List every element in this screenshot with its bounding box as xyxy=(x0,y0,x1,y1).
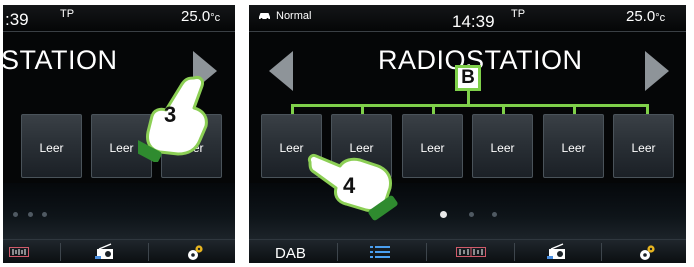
next-station-arrow-icon[interactable] xyxy=(645,51,669,91)
page-dot xyxy=(13,212,18,217)
traffic-indicator: TP xyxy=(60,8,75,20)
callout-tick xyxy=(291,104,294,114)
right-screen: Normal 14:39 TP 25.0°c RADIOSTATION Leer… xyxy=(249,5,686,263)
preset-button-5[interactable]: Leer xyxy=(543,114,604,178)
clock: :39 xyxy=(5,10,29,29)
bottom-divider xyxy=(601,243,602,261)
status-divider xyxy=(3,31,235,32)
list-icon[interactable] xyxy=(370,245,390,259)
callout-tick xyxy=(502,104,505,114)
settings-gears-icon[interactable] xyxy=(638,244,656,261)
outside-temperature: 25.0°c xyxy=(626,8,666,25)
frequency-scale-icon[interactable] xyxy=(9,247,29,257)
step-number-4: 4 xyxy=(343,173,356,198)
bottom-divider xyxy=(426,243,427,261)
bottom-divider xyxy=(60,243,61,261)
preset-label: Leer xyxy=(631,141,656,155)
callout-tick xyxy=(432,104,435,114)
settings-gears-icon[interactable] xyxy=(186,244,204,261)
status-divider xyxy=(249,31,686,32)
bottom-divider xyxy=(337,243,338,261)
bottom-divider xyxy=(148,243,149,261)
bottom-divider xyxy=(514,243,515,261)
dab-band-button[interactable]: DAB xyxy=(275,245,306,262)
page-dot xyxy=(42,212,47,217)
callout-tick xyxy=(646,104,649,114)
traffic-indicator: TP xyxy=(511,8,526,20)
drive-mode-label: Normal xyxy=(276,10,312,22)
page-dot-active xyxy=(440,211,447,218)
status-bar: :39 TP 25.0°c xyxy=(3,5,235,31)
outside-temperature: 25.0°c xyxy=(181,8,221,25)
status-bar: Normal 14:39 TP 25.0°c xyxy=(249,5,686,31)
callout-tick xyxy=(361,104,364,114)
preset-button-4[interactable]: Leer xyxy=(472,114,533,178)
preset-label: Leer xyxy=(420,141,445,155)
preset-button-1[interactable]: Leer xyxy=(21,114,82,178)
frequency-scale-icon[interactable] xyxy=(456,247,486,257)
preset-label: Leer xyxy=(490,141,515,155)
preset-button-3[interactable]: Leer xyxy=(402,114,463,178)
page-dot xyxy=(469,212,474,217)
floor-reflection xyxy=(3,183,235,239)
page-dot xyxy=(492,212,497,217)
page-dot xyxy=(28,212,33,217)
car-icon xyxy=(259,13,270,20)
station-title: STATION xyxy=(3,45,118,75)
callout-tick xyxy=(573,104,576,114)
preset-label: Leer xyxy=(561,141,586,155)
step-number-3: 3 xyxy=(164,102,177,127)
preset-label: Leer xyxy=(39,141,64,155)
tap-hand-icon xyxy=(138,76,208,162)
callout-label-b: B xyxy=(455,65,481,91)
callout-bracket xyxy=(291,104,649,107)
callout-stem xyxy=(467,90,470,105)
radio-icon[interactable] xyxy=(546,243,568,261)
radio-icon[interactable] xyxy=(94,243,116,261)
previous-station-arrow-icon[interactable] xyxy=(269,51,293,91)
preset-button-6[interactable]: Leer xyxy=(613,114,674,178)
clock: 14:39 xyxy=(452,12,495,31)
